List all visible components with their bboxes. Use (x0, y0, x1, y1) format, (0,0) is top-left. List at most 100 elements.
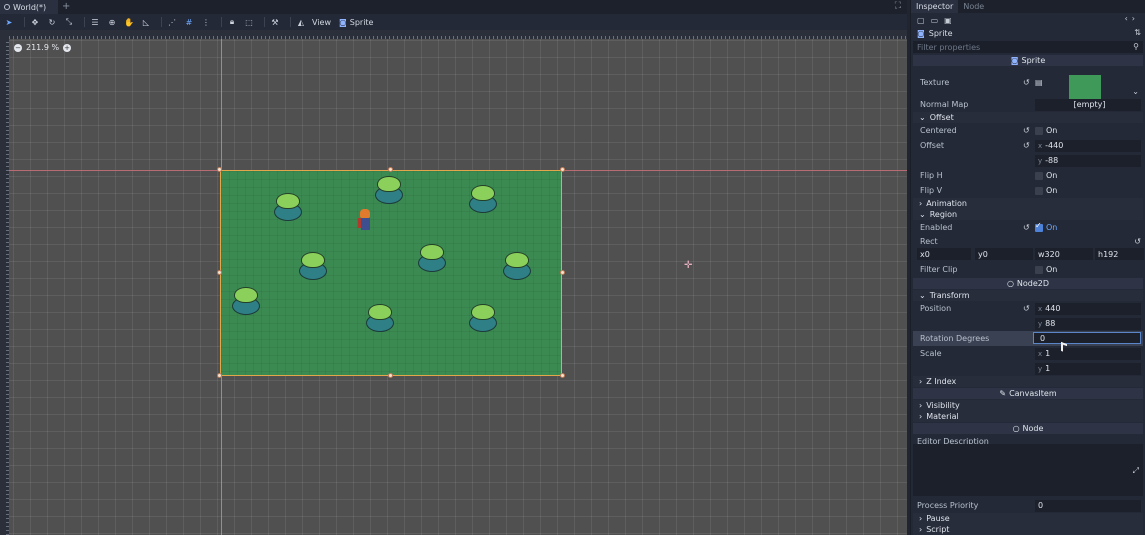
pan-tool-icon[interactable]: ✋ (123, 16, 135, 28)
process-priority-field[interactable]: 0 (1035, 499, 1141, 512)
bush (272, 193, 304, 223)
flip-v-checkbox[interactable] (1035, 186, 1043, 195)
prop-offset: Offset ↺ x -440 (913, 138, 1143, 153)
filter-clip-checkbox[interactable] (1035, 265, 1043, 274)
vertical-ruler[interactable] (0, 39, 9, 535)
rotate-tool-icon[interactable]: ↻ (46, 16, 58, 28)
scale-x-field[interactable]: x1 (1035, 347, 1141, 360)
revert-icon[interactable]: ↺ (1023, 126, 1030, 135)
prop-normal-map-label: Normal Map (920, 100, 969, 109)
prop-enabled-label: Enabled (920, 223, 953, 232)
distraction-free-button[interactable]: ⛶ (895, 1, 901, 11)
revert-icon[interactable]: ↺ (1023, 141, 1030, 150)
chevron-down-icon[interactable]: ⌄ (1132, 87, 1139, 96)
revert-icon[interactable]: ↺ (1023, 223, 1030, 232)
section-node-label: Node (1022, 424, 1044, 433)
sprite-menu[interactable]: ◙ Sprite (339, 18, 374, 27)
bush (373, 176, 405, 206)
group-offset[interactable]: ⌄ Offset (913, 112, 1143, 123)
filter-properties-input[interactable]: Filter properties ⚲ (913, 41, 1143, 53)
centered-checkbox[interactable] (1035, 126, 1043, 135)
revert-icon[interactable]: ↺ (1023, 304, 1030, 313)
handle-bottom[interactable] (388, 373, 393, 378)
handle-top-right[interactable] (560, 167, 565, 172)
chevron-down-icon: ⌄ (919, 291, 926, 300)
group-z-index[interactable]: › Z Index (913, 376, 1143, 387)
offset-x-field[interactable]: x -440 (1035, 139, 1141, 152)
zoom-out-button[interactable]: − (14, 43, 22, 52)
rect-y-field[interactable]: y0 (975, 248, 1033, 260)
selected-object-row[interactable]: ◙ Sprite ⇅ (911, 27, 1145, 39)
handle-top[interactable] (388, 167, 393, 172)
add-tab-button[interactable]: + (62, 1, 70, 12)
snap-options-icon[interactable]: ⋮ (200, 16, 212, 28)
chevron-down-icon: ⌄ (919, 210, 926, 219)
inspector-panel: Inspector Node ▢ ▭ ▣ ‹› ◙ Sprite ⇅ Filte… (910, 0, 1145, 535)
prop-texture: Texture ↺ ▤ (913, 67, 1143, 97)
flip-h-checkbox[interactable] (1035, 171, 1043, 180)
normal-map-field[interactable]: [empty] (1035, 98, 1141, 111)
prop-process-priority-label: Process Priority (917, 501, 979, 510)
handle-top-left[interactable] (217, 167, 222, 172)
filter-placeholder: Filter properties (917, 42, 981, 52)
editor-description-textarea[interactable] (913, 444, 1143, 496)
position-y-field[interactable]: y 88 (1035, 317, 1141, 330)
zoom-in-button[interactable]: + (63, 43, 72, 52)
tab-inspector[interactable]: Inspector (911, 0, 959, 13)
scale-tool-icon[interactable]: ⤡ (63, 16, 75, 28)
handle-bottom-right[interactable] (560, 373, 565, 378)
bone-icon[interactable]: ⚒ (269, 16, 281, 28)
handle-left[interactable] (217, 270, 222, 275)
rect-w-field[interactable]: w 320 (1035, 248, 1093, 260)
prop-position-label: Position (920, 304, 952, 313)
group-material[interactable]: › Material (913, 411, 1143, 422)
open-resource-icon[interactable]: ▭ (931, 16, 939, 25)
rotation-degrees-field[interactable]: 0 (1033, 332, 1141, 344)
grid-snap-icon[interactable]: # (183, 16, 195, 28)
visibility-layer-icon[interactable]: ◭ (295, 16, 307, 28)
group-animation[interactable]: › Animation (913, 198, 1143, 209)
offset-y-field[interactable]: y -88 (1035, 154, 1141, 167)
pivot-tool-icon[interactable]: ⊕ (106, 16, 118, 28)
zoom-level[interactable]: 211.9 % (26, 43, 59, 52)
lock-icon[interactable]: 🔒︎ (226, 16, 238, 28)
sprite-menu-label: Sprite (349, 17, 374, 27)
object-settings-icon[interactable]: ⇅ (1134, 28, 1141, 37)
ruler-tool-icon[interactable]: ◺ (140, 16, 152, 28)
tab-node[interactable]: Node (958, 0, 989, 13)
texture-settings-icon[interactable]: ▤ (1035, 78, 1043, 87)
rect-h-field[interactable]: h 192 (1095, 248, 1144, 260)
revert-icon[interactable]: ↺ (1134, 237, 1141, 246)
prop-flip-h: Flip H On (913, 168, 1143, 183)
inspector-toolbar: ▢ ▭ ▣ ‹› (911, 13, 1145, 27)
group-region[interactable]: ⌄ Region (913, 209, 1143, 220)
group-transform[interactable]: ⌄ Transform (913, 290, 1143, 301)
smart-snap-icon[interactable]: ⋰ (166, 16, 178, 28)
handle-bottom-left[interactable] (217, 373, 222, 378)
move-tool-icon[interactable]: ✥ (29, 16, 41, 28)
select-tool-icon[interactable]: ➤ (3, 16, 15, 28)
scale-y-field[interactable]: y1 (1035, 362, 1141, 375)
view-menu[interactable]: View (312, 18, 331, 27)
list-select-icon[interactable]: ☰ (89, 16, 101, 28)
group-script[interactable]: › Script (913, 524, 1143, 535)
revert-icon[interactable]: ↺ (1023, 78, 1030, 87)
group-visibility[interactable]: › Visibility (913, 400, 1143, 411)
tab-world[interactable]: World(*) (0, 0, 58, 14)
save-resource-icon[interactable]: ▣ (944, 16, 952, 25)
new-resource-icon[interactable]: ▢ (917, 16, 925, 25)
horizontal-ruler[interactable] (9, 30, 907, 39)
history-nav-icons[interactable]: ‹› (1125, 14, 1139, 23)
enabled-checkbox[interactable] (1035, 221, 1043, 232)
expand-icon[interactable]: ⤢ (1133, 466, 1139, 476)
prop-flip-v-label: Flip V (920, 186, 943, 195)
group-pause[interactable]: › Pause (913, 513, 1143, 524)
position-x-field[interactable]: x 440 (1035, 302, 1141, 315)
prop-process-priority: Process Priority 0 (913, 498, 1143, 513)
group-z-index-label: Z Index (926, 377, 957, 386)
player-character (358, 209, 372, 237)
rect-x-field[interactable]: x0 (917, 248, 971, 260)
group-icon[interactable]: ⬚ (243, 16, 255, 28)
handle-right[interactable] (560, 270, 565, 275)
chevron-right-icon: › (919, 401, 923, 410)
